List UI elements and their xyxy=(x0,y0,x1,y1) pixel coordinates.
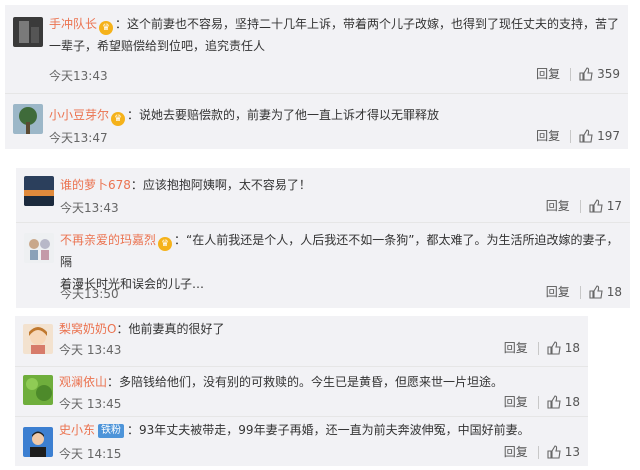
user-name-link[interactable]: 梨窝奶奶O xyxy=(59,322,116,336)
user-name-link[interactable]: 不再亲爱的玛嘉烈 xyxy=(60,233,156,247)
thumbs-up-icon[interactable] xyxy=(589,285,603,299)
gold-crown-badge-icon: ♛ xyxy=(158,237,173,251)
like-count: 18 xyxy=(606,285,622,299)
thumbs-up-icon[interactable] xyxy=(589,199,603,213)
comment-actions: 回复 197 xyxy=(536,129,620,143)
comment-item: 观澜依山：多陪钱给他们，没有别的可救赎的。今生已是黄昏，但愿来世一片坦途。 今天… xyxy=(15,366,588,416)
comment-actions: 回复 18 xyxy=(504,341,580,355)
like-count: 197 xyxy=(597,129,620,143)
comment-body: 他前妻真的很好了 xyxy=(128,322,225,336)
thumbs-up-icon[interactable] xyxy=(579,129,593,143)
comment-card: 梨窝奶奶O：他前妻真的很好了 今天 13:43 回复 18 观澜依山：多陪钱给他… xyxy=(15,316,588,466)
comment-time: 今天13:47 xyxy=(49,131,108,145)
reply-button[interactable]: 回复 xyxy=(546,199,581,213)
reply-button[interactable]: 回复 xyxy=(504,395,539,409)
comment-time: 今天 14:15 xyxy=(59,447,122,461)
avatar-tree-icon[interactable] xyxy=(13,104,43,134)
reply-button[interactable]: 回复 xyxy=(546,285,581,299)
comment-actions: 回复 17 xyxy=(546,199,622,213)
gold-crown-badge-icon: ♛ xyxy=(99,21,114,35)
thumbs-up-icon[interactable] xyxy=(547,341,561,355)
comment-body: 说她去要赔偿款的，前妻为了他一直上诉才得以无罪释放 xyxy=(139,108,440,122)
comment-text: 小小豆芽尔 ♛ ：说她去要赔偿款的，前妻为了他一直上诉才得以无罪释放 xyxy=(49,108,440,126)
comment-item: 梨窝奶奶O：他前妻真的很好了 今天 13:43 回复 18 xyxy=(15,316,588,366)
like-count: 359 xyxy=(597,67,620,81)
comment-text: 观澜依山：多陪钱给他们，没有别的可救赎的。今生已是黄昏，但愿来世一片坦途。 xyxy=(59,375,504,389)
comment-body: 应该抱抱阿姨啊，太不容易了！ xyxy=(142,178,311,192)
comment-body: 多陪钱给他们，没有别的可救赎的。今生已是黄昏，但愿来世一片坦途。 xyxy=(119,375,504,389)
comment-time: 今天 13:45 xyxy=(59,397,122,411)
avatar-anime-girl-icon[interactable] xyxy=(23,324,53,354)
comment-item: 史小东 铁粉 ：93年丈夫被带走，99年妻子再婚，还一直为前夫奔波伸冤，中国好前妻。… xyxy=(15,416,588,466)
fan-badge: 铁粉 xyxy=(98,424,125,438)
comment-text: 手冲队长 ♛ ：这个前妻也不容易，坚持二十几年上诉，带着两个儿子改嫁，也得到了现任丈… xyxy=(49,17,620,53)
comment-item: 谁的萝卜678：应该抱抱阿姨啊，太不容易了！ 今天13:43 回复 17 xyxy=(16,168,630,222)
comment-item: 小小豆芽尔 ♛ ：说她去要赔偿款的，前妻为了他一直上诉才得以无罪释放 今天13:47… xyxy=(5,93,628,149)
user-name-link[interactable]: 小小豆芽尔 xyxy=(49,108,109,122)
comment-time: 今天13:50 xyxy=(60,287,119,301)
reply-button[interactable]: 回复 xyxy=(504,445,539,459)
user-name-link[interactable]: 史小东 xyxy=(59,423,95,437)
comment-card: 手冲队长 ♛ ：这个前妻也不容易，坚持二十几年上诉，带着两个儿子改嫁，也得到了现任丈… xyxy=(5,5,628,149)
comment-time: 今天13:43 xyxy=(49,69,108,83)
avatar-sunset-icon[interactable] xyxy=(24,176,54,206)
avatar-cartoon-icon[interactable] xyxy=(24,233,54,263)
reply-button[interactable]: 回复 xyxy=(504,341,539,355)
comment-text: 不再亲爱的玛嘉烈 ♛ ：“在人前我还是个人，人后我还不如一条狗”，都太难了。为生活所… xyxy=(60,233,619,291)
comment-actions: 回复 18 xyxy=(546,285,622,299)
comment-time: 今天 13:43 xyxy=(59,343,122,357)
comment-body-cont: 一辈子，希望赔偿给到位吧，追究责任人 xyxy=(49,39,266,53)
thumbs-up-icon[interactable] xyxy=(547,445,561,459)
avatar-green-leaf-icon[interactable] xyxy=(23,375,53,405)
comment-actions: 回复 18 xyxy=(504,395,580,409)
user-name-link[interactable]: 手冲队长 xyxy=(49,17,97,31)
comment-card: 谁的萝卜678：应该抱抱阿姨啊，太不容易了！ 今天13:43 回复 17 不再亲… xyxy=(16,168,630,308)
like-count: 17 xyxy=(606,199,622,213)
like-count: 18 xyxy=(564,395,580,409)
like-count: 18 xyxy=(564,341,580,355)
comment-text: 梨窝奶奶O：他前妻真的很好了 xyxy=(59,322,225,336)
comment-body: 93年丈夫被带走，99年妻子再婚，还一直为前夫奔波伸冤，中国好前妻。 xyxy=(139,423,530,437)
comment-time: 今天13:43 xyxy=(60,201,119,215)
gold-crown-badge-icon: ♛ xyxy=(111,112,126,126)
avatar-person-icon[interactable] xyxy=(23,427,53,457)
comment-actions: 回复 359 xyxy=(536,67,620,81)
user-name-link[interactable]: 观澜依山 xyxy=(59,375,107,389)
reply-button[interactable]: 回复 xyxy=(536,129,572,143)
user-name-link[interactable]: 谁的萝卜678 xyxy=(60,178,131,192)
like-count: 13 xyxy=(564,445,580,459)
avatar-dark-photo-icon[interactable] xyxy=(13,17,43,47)
comment-body: 这个前妻也不容易，坚持二十几年上诉，带着两个儿子改嫁，也得到了现任丈夫的支持，苦… xyxy=(127,17,620,31)
thumbs-up-icon[interactable] xyxy=(579,67,593,81)
comment-item: 不再亲爱的玛嘉烈 ♛ ：“在人前我还是个人，人后我还不如一条狗”，都太难了。为生活所… xyxy=(16,222,630,308)
comment-item: 手冲队长 ♛ ：这个前妻也不容易，坚持二十几年上诉，带着两个儿子改嫁，也得到了现任丈… xyxy=(5,5,628,93)
comment-text: 史小东 铁粉 ：93年丈夫被带走，99年妻子再婚，还一直为前夫奔波伸冤，中国好前妻。 xyxy=(59,423,530,438)
comment-text: 谁的萝卜678：应该抱抱阿姨啊，太不容易了！ xyxy=(60,178,311,192)
comment-actions: 回复 13 xyxy=(504,445,580,459)
reply-button[interactable]: 回复 xyxy=(536,67,572,81)
thumbs-up-icon[interactable] xyxy=(547,395,561,409)
